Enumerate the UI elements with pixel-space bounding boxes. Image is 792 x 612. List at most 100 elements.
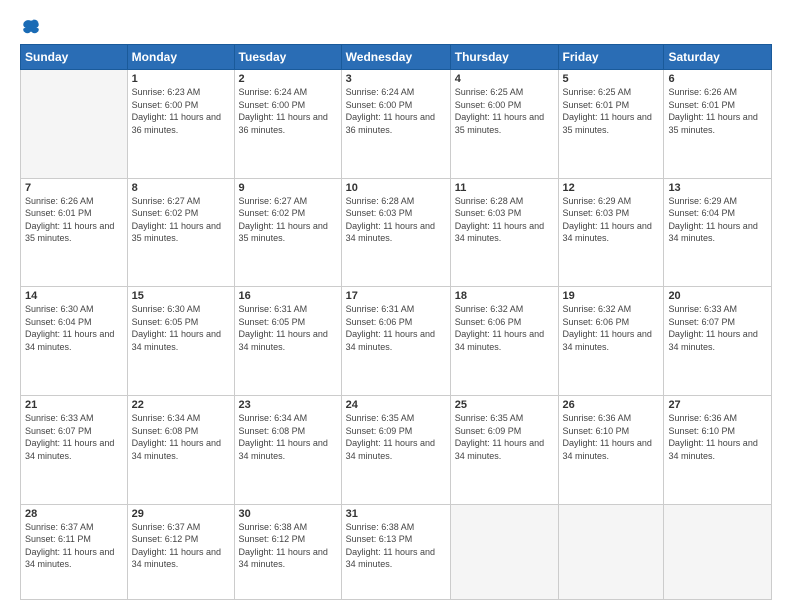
calendar-day-cell: 27Sunrise: 6:36 AMSunset: 6:10 PMDayligh… xyxy=(664,395,772,504)
day-info: Sunrise: 6:27 AMSunset: 6:02 PMDaylight:… xyxy=(239,195,337,245)
calendar-day-cell: 30Sunrise: 6:38 AMSunset: 6:12 PMDayligh… xyxy=(234,504,341,599)
calendar-day-cell: 14Sunrise: 6:30 AMSunset: 6:04 PMDayligh… xyxy=(21,287,128,396)
day-info: Sunrise: 6:33 AMSunset: 6:07 PMDaylight:… xyxy=(25,412,123,462)
calendar-week-row: 21Sunrise: 6:33 AMSunset: 6:07 PMDayligh… xyxy=(21,395,772,504)
day-info: Sunrise: 6:30 AMSunset: 6:04 PMDaylight:… xyxy=(25,303,123,353)
day-number: 26 xyxy=(563,399,660,411)
day-number: 19 xyxy=(563,290,660,302)
calendar-body: 1Sunrise: 6:23 AMSunset: 6:00 PMDaylight… xyxy=(21,70,772,600)
day-info: Sunrise: 6:31 AMSunset: 6:06 PMDaylight:… xyxy=(346,303,446,353)
day-number: 7 xyxy=(25,182,123,194)
calendar-day-cell: 2Sunrise: 6:24 AMSunset: 6:00 PMDaylight… xyxy=(234,70,341,179)
day-info: Sunrise: 6:23 AMSunset: 6:00 PMDaylight:… xyxy=(132,86,230,136)
calendar-day-cell: 26Sunrise: 6:36 AMSunset: 6:10 PMDayligh… xyxy=(558,395,664,504)
page: SundayMondayTuesdayWednesdayThursdayFrid… xyxy=(0,0,792,612)
calendar-day-cell: 3Sunrise: 6:24 AMSunset: 6:00 PMDaylight… xyxy=(341,70,450,179)
day-info: Sunrise: 6:33 AMSunset: 6:07 PMDaylight:… xyxy=(668,303,767,353)
calendar-day-cell: 13Sunrise: 6:29 AMSunset: 6:04 PMDayligh… xyxy=(664,178,772,287)
day-of-week-header: Sunday xyxy=(21,45,128,70)
calendar-day-cell xyxy=(558,504,664,599)
calendar-day-cell: 29Sunrise: 6:37 AMSunset: 6:12 PMDayligh… xyxy=(127,504,234,599)
calendar-day-cell xyxy=(450,504,558,599)
day-info: Sunrise: 6:28 AMSunset: 6:03 PMDaylight:… xyxy=(346,195,446,245)
day-number: 28 xyxy=(25,508,123,520)
calendar-day-cell: 11Sunrise: 6:28 AMSunset: 6:03 PMDayligh… xyxy=(450,178,558,287)
day-number: 31 xyxy=(346,508,446,520)
day-info: Sunrise: 6:27 AMSunset: 6:02 PMDaylight:… xyxy=(132,195,230,245)
day-number: 12 xyxy=(563,182,660,194)
day-number: 17 xyxy=(346,290,446,302)
day-info: Sunrise: 6:35 AMSunset: 6:09 PMDaylight:… xyxy=(455,412,554,462)
calendar-day-cell: 1Sunrise: 6:23 AMSunset: 6:00 PMDaylight… xyxy=(127,70,234,179)
calendar-day-cell: 17Sunrise: 6:31 AMSunset: 6:06 PMDayligh… xyxy=(341,287,450,396)
day-number: 30 xyxy=(239,508,337,520)
day-info: Sunrise: 6:24 AMSunset: 6:00 PMDaylight:… xyxy=(239,86,337,136)
day-number: 24 xyxy=(346,399,446,411)
day-info: Sunrise: 6:28 AMSunset: 6:03 PMDaylight:… xyxy=(455,195,554,245)
day-of-week-header: Monday xyxy=(127,45,234,70)
logo-bird-icon xyxy=(22,18,40,36)
day-number: 5 xyxy=(563,73,660,85)
calendar-header: SundayMondayTuesdayWednesdayThursdayFrid… xyxy=(21,45,772,70)
day-number: 27 xyxy=(668,399,767,411)
calendar-day-cell: 6Sunrise: 6:26 AMSunset: 6:01 PMDaylight… xyxy=(664,70,772,179)
day-number: 6 xyxy=(668,73,767,85)
calendar-day-cell: 24Sunrise: 6:35 AMSunset: 6:09 PMDayligh… xyxy=(341,395,450,504)
calendar-week-row: 28Sunrise: 6:37 AMSunset: 6:11 PMDayligh… xyxy=(21,504,772,599)
day-info: Sunrise: 6:32 AMSunset: 6:06 PMDaylight:… xyxy=(455,303,554,353)
day-number: 11 xyxy=(455,182,554,194)
day-info: Sunrise: 6:36 AMSunset: 6:10 PMDaylight:… xyxy=(668,412,767,462)
day-info: Sunrise: 6:34 AMSunset: 6:08 PMDaylight:… xyxy=(239,412,337,462)
calendar-day-cell: 18Sunrise: 6:32 AMSunset: 6:06 PMDayligh… xyxy=(450,287,558,396)
day-number: 21 xyxy=(25,399,123,411)
calendar-day-cell xyxy=(21,70,128,179)
day-number: 18 xyxy=(455,290,554,302)
calendar-week-row: 1Sunrise: 6:23 AMSunset: 6:00 PMDaylight… xyxy=(21,70,772,179)
day-number: 2 xyxy=(239,73,337,85)
calendar-day-cell: 23Sunrise: 6:34 AMSunset: 6:08 PMDayligh… xyxy=(234,395,341,504)
day-info: Sunrise: 6:35 AMSunset: 6:09 PMDaylight:… xyxy=(346,412,446,462)
day-info: Sunrise: 6:29 AMSunset: 6:04 PMDaylight:… xyxy=(668,195,767,245)
calendar-day-cell xyxy=(664,504,772,599)
calendar-day-cell: 25Sunrise: 6:35 AMSunset: 6:09 PMDayligh… xyxy=(450,395,558,504)
day-info: Sunrise: 6:26 AMSunset: 6:01 PMDaylight:… xyxy=(25,195,123,245)
day-number: 13 xyxy=(668,182,767,194)
day-number: 8 xyxy=(132,182,230,194)
day-number: 29 xyxy=(132,508,230,520)
day-number: 4 xyxy=(455,73,554,85)
day-info: Sunrise: 6:38 AMSunset: 6:12 PMDaylight:… xyxy=(239,521,337,571)
day-info: Sunrise: 6:25 AMSunset: 6:00 PMDaylight:… xyxy=(455,86,554,136)
calendar-day-cell: 10Sunrise: 6:28 AMSunset: 6:03 PMDayligh… xyxy=(341,178,450,287)
calendar-week-row: 7Sunrise: 6:26 AMSunset: 6:01 PMDaylight… xyxy=(21,178,772,287)
day-of-week-header: Tuesday xyxy=(234,45,341,70)
header xyxy=(20,18,772,36)
day-info: Sunrise: 6:37 AMSunset: 6:11 PMDaylight:… xyxy=(25,521,123,571)
day-of-week-header: Wednesday xyxy=(341,45,450,70)
day-of-week-header: Saturday xyxy=(664,45,772,70)
calendar-day-cell: 7Sunrise: 6:26 AMSunset: 6:01 PMDaylight… xyxy=(21,178,128,287)
day-number: 23 xyxy=(239,399,337,411)
calendar-day-cell: 19Sunrise: 6:32 AMSunset: 6:06 PMDayligh… xyxy=(558,287,664,396)
calendar-day-cell: 21Sunrise: 6:33 AMSunset: 6:07 PMDayligh… xyxy=(21,395,128,504)
calendar-table: SundayMondayTuesdayWednesdayThursdayFrid… xyxy=(20,44,772,600)
day-info: Sunrise: 6:36 AMSunset: 6:10 PMDaylight:… xyxy=(563,412,660,462)
day-info: Sunrise: 6:25 AMSunset: 6:01 PMDaylight:… xyxy=(563,86,660,136)
logo xyxy=(20,18,40,36)
day-number: 15 xyxy=(132,290,230,302)
days-of-week-row: SundayMondayTuesdayWednesdayThursdayFrid… xyxy=(21,45,772,70)
day-info: Sunrise: 6:24 AMSunset: 6:00 PMDaylight:… xyxy=(346,86,446,136)
day-number: 25 xyxy=(455,399,554,411)
day-number: 1 xyxy=(132,73,230,85)
day-info: Sunrise: 6:38 AMSunset: 6:13 PMDaylight:… xyxy=(346,521,446,571)
day-number: 22 xyxy=(132,399,230,411)
day-info: Sunrise: 6:29 AMSunset: 6:03 PMDaylight:… xyxy=(563,195,660,245)
day-info: Sunrise: 6:26 AMSunset: 6:01 PMDaylight:… xyxy=(668,86,767,136)
day-number: 3 xyxy=(346,73,446,85)
day-number: 9 xyxy=(239,182,337,194)
calendar-day-cell: 20Sunrise: 6:33 AMSunset: 6:07 PMDayligh… xyxy=(664,287,772,396)
day-number: 10 xyxy=(346,182,446,194)
day-number: 16 xyxy=(239,290,337,302)
calendar-day-cell: 4Sunrise: 6:25 AMSunset: 6:00 PMDaylight… xyxy=(450,70,558,179)
day-number: 14 xyxy=(25,290,123,302)
day-of-week-header: Thursday xyxy=(450,45,558,70)
